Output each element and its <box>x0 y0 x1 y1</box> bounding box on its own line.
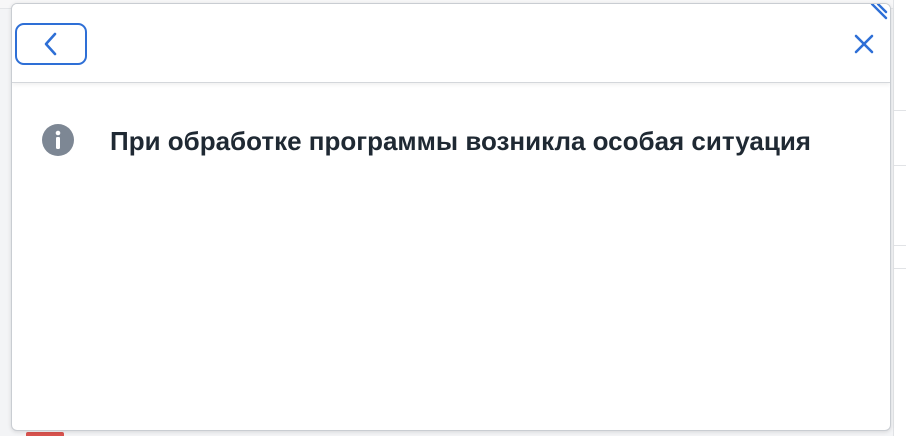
background-right-panel <box>893 0 906 436</box>
message-row: При обработке программы возникла особая … <box>42 122 842 160</box>
background-divider <box>893 110 906 111</box>
background-divider <box>893 268 906 269</box>
close-icon <box>854 34 874 54</box>
close-button[interactable] <box>850 30 878 58</box>
error-dialog: При обработке программы возникла особая … <box>11 3 891 431</box>
background-divider <box>893 165 906 166</box>
back-button[interactable] <box>15 23 87 65</box>
chevron-left-icon <box>44 32 57 56</box>
error-message: При обработке программы возникла особая … <box>110 126 811 156</box>
dialog-header <box>12 4 890 83</box>
background-red-tab <box>26 432 64 436</box>
info-icon <box>42 124 74 156</box>
background-divider <box>893 245 906 246</box>
resize-grip-icon[interactable] <box>866 4 888 26</box>
